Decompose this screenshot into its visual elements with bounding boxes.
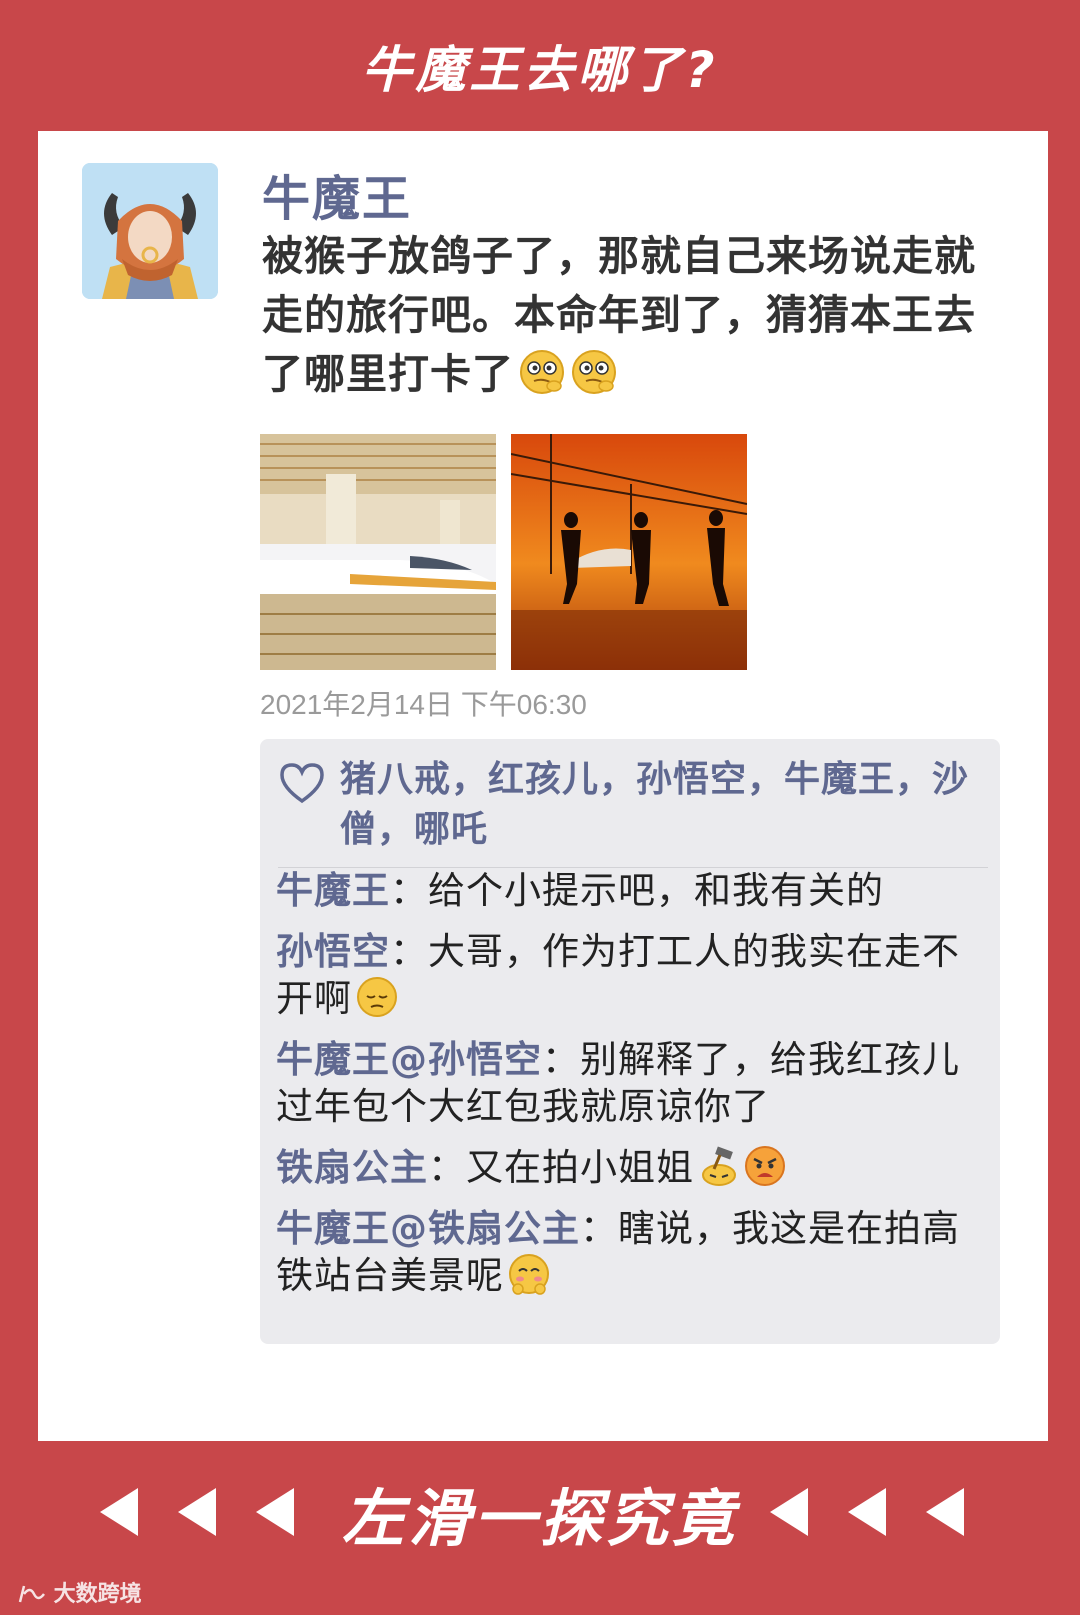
post-author[interactable]: 牛魔王 [262, 159, 412, 229]
left-arrow-icon [100, 1488, 138, 1536]
left-arrow-icon [848, 1488, 886, 1536]
angry-face-icon [745, 1146, 785, 1186]
post-timestamp: 2021年2月14日 下午06:30 [260, 689, 587, 720]
comment-author[interactable]: 孙悟空 [276, 930, 390, 973]
left-arrow-icon [178, 1488, 216, 1536]
moments-card: 牛魔王 被猴子放鸽子了，那就自己来场说走就走的旅行吧。本命年到了，猜猜本王去了哪… [38, 131, 1048, 1441]
comment-item[interactable]: 孙悟空：大哥，作为打工人的我实在走不开啊 [276, 928, 986, 1022]
likes-list[interactable]: 猪八戒，红孩儿，孙悟空，牛魔王，沙僧，哪吒 [340, 755, 988, 855]
avatar[interactable] [82, 163, 218, 299]
comment-author[interactable]: 牛魔王@铁扇公主 [276, 1207, 580, 1250]
comment-item[interactable]: 牛魔王@孙悟空：别解释了，给我红孩儿过年包个大红包我就原谅你了 [276, 1036, 986, 1130]
post-body: 被猴子放鸽子了，那就自己来场说走就走的旅行吧。本命年到了，猜猜本王去了哪里打卡了 [262, 232, 976, 398]
post-photo-1[interactable] [260, 434, 496, 670]
post-photo-2[interactable] [511, 434, 747, 670]
comments-list: 牛魔王：给个小提示吧，和我有关的 孙悟空：大哥，作为打工人的我实在走不开啊 牛魔… [276, 867, 986, 1313]
left-arrow-icon [256, 1488, 294, 1536]
left-arrow-icon [926, 1488, 964, 1536]
thinking-face-icon [572, 350, 616, 394]
watermark-text: 大数跨境 [53, 1582, 142, 1607]
hammer-face-icon [702, 1146, 736, 1186]
post-text: 被猴子放鸽子了，那就自己来场说走就走的旅行吧。本命年到了，猜猜本王去了哪里打卡了 [262, 227, 1002, 404]
comment-text: ：给个小提示吧，和我有关的 [390, 869, 884, 912]
comment-author[interactable]: 铁扇公主 [276, 1146, 428, 1189]
swipe-hint-bar[interactable]: 左滑一探究竟 [0, 1468, 1080, 1558]
comment-text: ：又在拍小姐姐 [428, 1146, 694, 1189]
comment-author[interactable]: 牛魔王@孙悟空 [276, 1038, 542, 1081]
bull-demon-avatar-icon [82, 163, 218, 299]
swipe-hint-text: 左滑一探究竟 [341, 1482, 738, 1555]
heart-icon[interactable] [278, 761, 326, 805]
page-title: 牛魔王去哪了? [361, 41, 719, 99]
interaction-panel: 猪八戒，红孩儿，孙悟空，牛魔王，沙僧，哪吒 牛魔王：给个小提示吧，和我有关的 孙… [260, 739, 1000, 1344]
comment-author[interactable]: 牛魔王 [276, 869, 390, 912]
awkward-face-icon [509, 1254, 549, 1295]
thinking-face-icon [520, 350, 564, 394]
sunset-platform-photo [511, 434, 747, 670]
train-station-photo [260, 434, 496, 670]
comment-item[interactable]: 牛魔王@铁扇公主：瞎说，我这是在拍高铁站台美景呢 [276, 1205, 986, 1299]
comment-item[interactable]: 铁扇公主：又在拍小姐姐 [276, 1144, 986, 1191]
watermark: 大数跨境 [18, 1576, 142, 1608]
comment-item[interactable]: 牛魔王：给个小提示吧，和我有关的 [276, 867, 986, 914]
likes-row: 猪八戒，红孩儿，孙悟空，牛魔王，沙僧，哪吒 [278, 755, 988, 868]
pensive-face-icon [357, 977, 397, 1017]
watermark-logo-icon [18, 1585, 45, 1603]
left-arrow-icon [770, 1488, 808, 1536]
